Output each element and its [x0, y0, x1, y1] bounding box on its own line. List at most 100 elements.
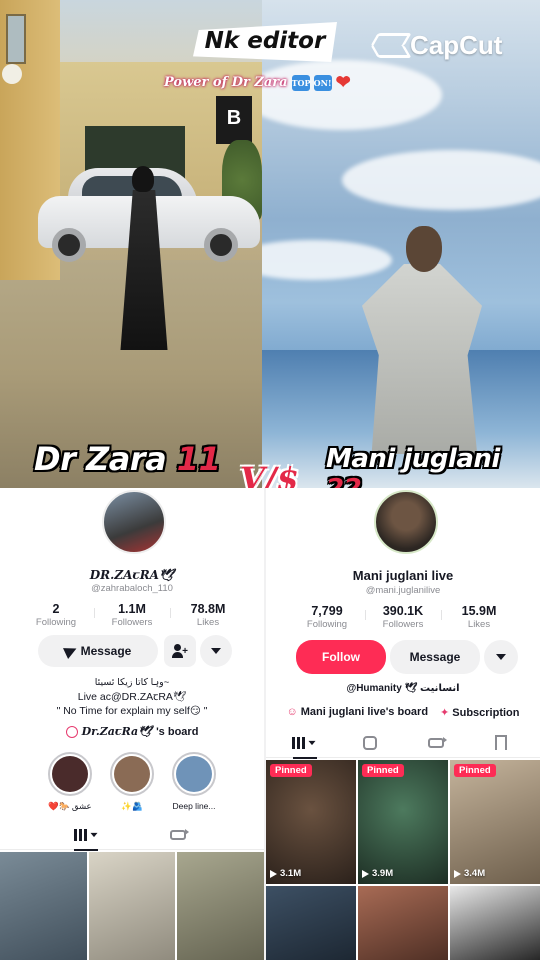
- stat-label: Likes: [196, 617, 220, 628]
- display-name: Mani juglani live: [352, 568, 454, 583]
- board-suffix: 's board: [156, 725, 199, 738]
- video-thumbnail[interactable]: [0, 852, 87, 960]
- stat-value: 2: [52, 602, 60, 616]
- tab-videos[interactable]: [285, 728, 325, 759]
- view-count: 3.9M: [362, 868, 393, 879]
- chevron-down-icon: [211, 648, 221, 654]
- cloud: [262, 60, 442, 130]
- highlight-item[interactable]: ✨🫂: [110, 752, 154, 812]
- display-name: DR.ZAꞇRA🕊: [89, 568, 175, 582]
- video-thumbnail[interactable]: Pinned 3.1M: [266, 760, 356, 884]
- highlight-caption: ✨🫂: [121, 801, 143, 811]
- story-highlights: ❤️🐎 عشق ✨🫂 Deep line...: [0, 752, 264, 812]
- stat-following[interactable]: 7,799 Following: [289, 604, 365, 630]
- username: @mani.juglanilive: [365, 585, 441, 596]
- pinned-badge: Pinned: [270, 764, 312, 777]
- profile-stats: 2 Following 1.1M Followers 78.8M Likes: [0, 602, 264, 628]
- tagline: Power of Dr Zara TOP ON! ❤: [164, 72, 351, 93]
- stat-likes: 78.8M Likes: [170, 602, 246, 628]
- board-link[interactable]: ☺ Mani juglani live's board: [287, 706, 429, 719]
- bio-line: " No Time for explain my self😏 ": [56, 705, 208, 717]
- follow-button[interactable]: Follow: [296, 640, 386, 674]
- stat-followers[interactable]: 390.1K Followers: [365, 604, 441, 630]
- stat-value: 15.9M: [461, 604, 497, 618]
- heart-icon: ❤: [335, 72, 351, 93]
- video-thumbnail[interactable]: [88, 852, 176, 960]
- stat-likes: 15.9M Likes: [441, 604, 517, 630]
- highlight-caption: ❤️🐎 عشق: [48, 801, 92, 811]
- stat-value: 78.8M: [190, 602, 226, 616]
- board-link[interactable]: Dr.ZaꞇRa🕊 's board: [0, 725, 264, 738]
- tagline-text: Power of Dr Zara: [164, 75, 288, 90]
- tab-reposts[interactable]: [158, 820, 198, 850]
- board-name: Dr.ZaꞇRa🕊: [81, 725, 153, 738]
- capcut-logo-icon: [372, 31, 404, 59]
- stat-label: Followers: [382, 619, 424, 630]
- highlight-item[interactable]: ❤️🐎 عشق: [48, 752, 92, 812]
- highlight-thumbnail: [176, 756, 212, 792]
- cloud: [342, 150, 540, 210]
- pinned-badge: Pinned: [362, 764, 404, 777]
- capcut-watermark: CapCut: [372, 28, 502, 62]
- video-grid: Pinned 3.1M Pinned 3.9M Pinned 3.4M: [266, 760, 540, 960]
- stat-label: Following: [35, 617, 77, 628]
- sparkle-icon: ✦: [440, 707, 450, 719]
- left-profile-panel: DR.ZAꞇRA🕊 @zahrabaloch_110 2 Following 1…: [0, 488, 264, 960]
- play-icon: [362, 869, 369, 878]
- view-count-value: 3.1M: [280, 868, 302, 879]
- video-thumbnail[interactable]: [358, 886, 448, 960]
- stat-label: Following: [306, 619, 348, 630]
- chevron-down-icon: [308, 740, 316, 745]
- left-name: Dr Zara: [34, 440, 167, 478]
- username: @zahrabaloch_110: [91, 583, 173, 594]
- subscription-link[interactable]: ✦ Subscription: [440, 706, 519, 719]
- chevron-down-icon: [90, 832, 97, 837]
- profile-links: ☺ Mani juglani live's board ✦ Subscription: [266, 706, 540, 719]
- more-options-button[interactable]: [484, 640, 518, 674]
- profile-stats: 7,799 Following 390.1K Followers 15.9M L…: [266, 604, 540, 630]
- tab-reposts[interactable]: [416, 728, 456, 758]
- message-button[interactable]: Message: [38, 635, 158, 667]
- message-label: Message: [80, 644, 132, 658]
- right-profile-panel: Mani juglani live @mani.juglanilive 7,79…: [266, 488, 540, 960]
- send-icon: [62, 643, 79, 659]
- content-tabs: [266, 728, 540, 759]
- content-tabs: [0, 820, 264, 851]
- pinned-badge: Pinned: [454, 764, 496, 777]
- avatar[interactable]: [374, 490, 438, 554]
- more-options-button[interactable]: [200, 635, 232, 667]
- board-icon: ☺: [286, 706, 298, 718]
- stat-following[interactable]: 2 Following: [18, 602, 94, 628]
- view-count: 3.1M: [270, 868, 301, 879]
- bookmark-icon: [495, 735, 508, 750]
- highlight-item[interactable]: Deep line...: [172, 752, 216, 812]
- tab-favorites[interactable]: [350, 728, 390, 758]
- play-icon: [454, 869, 461, 878]
- left-score: 11: [176, 440, 221, 478]
- editor-title: Nk editor: [204, 28, 326, 54]
- video-thumbnail[interactable]: Pinned 3.4M: [450, 760, 540, 884]
- video-thumbnail[interactable]: [177, 852, 264, 960]
- video-thumbnail[interactable]: Pinned 3.9M: [358, 760, 448, 884]
- video-grid: [0, 852, 264, 960]
- on-emoji-icon: ON!: [313, 74, 332, 91]
- tab-saved[interactable]: [481, 728, 521, 758]
- message-button[interactable]: Message: [390, 640, 480, 674]
- tab-videos[interactable]: [66, 820, 106, 851]
- woman-figure: [112, 166, 174, 356]
- stat-value: 390.1K: [382, 604, 424, 618]
- favorites-icon: [363, 735, 378, 750]
- stat-value: 1.1M: [118, 602, 146, 616]
- bio-line: وہا کاتا زیکا ئسیئا~: [94, 677, 170, 688]
- grid-icon: [292, 736, 306, 749]
- view-count: 3.4M: [454, 868, 485, 879]
- stat-label: Followers: [111, 617, 153, 628]
- stat-followers[interactable]: 1.1M Followers: [94, 602, 170, 628]
- stat-value: 7,799: [311, 604, 343, 618]
- video-thumbnail[interactable]: [450, 886, 540, 960]
- right-name: Mani juglani: [326, 444, 500, 474]
- avatar[interactable]: [102, 490, 166, 554]
- top-emoji-icon: TOP: [291, 74, 311, 91]
- add-friend-button[interactable]: +: [164, 635, 196, 667]
- video-thumbnail[interactable]: [266, 886, 356, 960]
